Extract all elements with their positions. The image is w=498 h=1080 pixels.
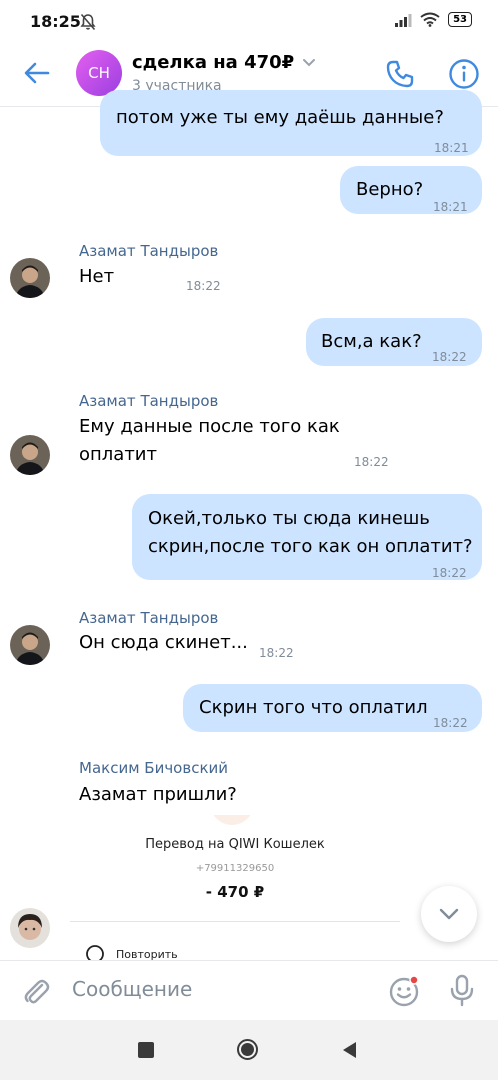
receipt-divider bbox=[70, 921, 400, 922]
message-time: 18:22 bbox=[354, 455, 389, 469]
outgoing-message[interactable]: потом уже ты ему даёшь данные? 18:21 bbox=[100, 90, 482, 156]
avatar[interactable] bbox=[10, 908, 50, 948]
message-text: Азамат пришли? bbox=[79, 784, 237, 805]
receipt-logo bbox=[210, 815, 254, 825]
receipt-action: Повторить bbox=[116, 948, 178, 960]
chat-title: сделка на 470₽ bbox=[132, 52, 295, 73]
outgoing-message[interactable]: Всм,а как? 18:22 bbox=[306, 318, 482, 366]
message-text-line: Окей,только ты сюда кинешь bbox=[148, 508, 430, 529]
home-button[interactable] bbox=[237, 1039, 258, 1060]
message-time: 18:22 bbox=[432, 350, 467, 364]
sender-name[interactable]: Азамат Тандыров bbox=[79, 242, 218, 260]
smile-icon bbox=[389, 975, 419, 1007]
message-text: Он сюда скинет... bbox=[79, 632, 248, 653]
back-button[interactable] bbox=[20, 56, 54, 90]
bell-off-icon bbox=[80, 13, 96, 31]
message-text: Скрин того что оплатил bbox=[199, 697, 428, 718]
receipt-title: Перевод на QIWI Кошелек bbox=[145, 837, 325, 852]
status-time: 18:25 bbox=[30, 12, 81, 31]
status-icons: 53 bbox=[394, 12, 472, 27]
sender-name[interactable]: Максим Бичовский bbox=[79, 759, 228, 777]
message-text: Верно? bbox=[356, 179, 424, 200]
avatar[interactable] bbox=[10, 258, 50, 298]
message-text-line: скрин,после того как он оплатит? bbox=[148, 536, 473, 557]
outgoing-message[interactable]: Окей,только ты сюда кинешь скрин,после т… bbox=[132, 494, 482, 580]
back-nav-button[interactable] bbox=[341, 1041, 359, 1059]
system-nav-bar bbox=[0, 1020, 498, 1080]
sender-name[interactable]: Азамат Тандыров bbox=[79, 392, 218, 410]
attach-button[interactable] bbox=[18, 973, 54, 1009]
message-time: 18:21 bbox=[433, 200, 468, 214]
message-text: Всм,а как? bbox=[321, 331, 422, 352]
call-button[interactable] bbox=[380, 54, 420, 94]
user-photo-icon bbox=[10, 625, 50, 665]
message-input[interactable]: Сообщение bbox=[72, 977, 192, 1001]
chat-avatar[interactable]: СН bbox=[76, 50, 122, 96]
wifi-icon bbox=[420, 12, 440, 27]
message-composer: Сообщение bbox=[0, 960, 498, 1021]
sender-name[interactable]: Азамат Тандыров bbox=[79, 609, 218, 627]
message-text: Нет bbox=[79, 266, 115, 287]
receipt-phone: +79911329650 bbox=[195, 863, 275, 874]
message-text-line: Ему данные после того как bbox=[79, 416, 340, 437]
photo-attachment[interactable]: Перевод на QIWI Кошелек +79911329650 - 4… bbox=[70, 815, 400, 960]
message-time: 18:22 bbox=[433, 716, 468, 730]
chevron-down-icon bbox=[439, 908, 459, 920]
message-text-line: оплатит bbox=[79, 444, 157, 465]
home-dot bbox=[241, 1043, 254, 1056]
outgoing-message[interactable]: Скрин того что оплатил 18:22 bbox=[183, 684, 482, 732]
info-icon bbox=[449, 59, 479, 89]
user-photo-icon bbox=[10, 908, 50, 948]
message-time: 18:21 bbox=[434, 141, 469, 155]
microphone-icon bbox=[450, 974, 474, 1007]
message-time: 18:22 bbox=[432, 566, 467, 580]
status-bar: 18:25 53 bbox=[0, 0, 498, 44]
battery-indicator: 53 bbox=[448, 12, 472, 27]
repeat-icon bbox=[86, 945, 104, 960]
user-photo-icon bbox=[10, 258, 50, 298]
signal-icon bbox=[395, 13, 412, 27]
arrow-left-icon bbox=[24, 62, 50, 84]
recent-apps-button[interactable] bbox=[138, 1042, 154, 1058]
outgoing-message[interactable]: Верно? 18:21 bbox=[340, 166, 482, 214]
phone-icon bbox=[386, 60, 414, 88]
chevron-down-icon bbox=[303, 58, 316, 66]
user-photo-icon bbox=[10, 435, 50, 475]
message-text: потом уже ты ему даёшь данные? bbox=[116, 107, 444, 128]
voice-message-button[interactable] bbox=[444, 973, 480, 1009]
chat-title-button[interactable]: сделка на 470₽ bbox=[132, 52, 316, 73]
avatar[interactable] bbox=[10, 625, 50, 665]
paperclip-icon bbox=[24, 979, 50, 1004]
message-time: 18:22 bbox=[186, 279, 221, 293]
avatar[interactable] bbox=[10, 435, 50, 475]
receipt-amount: - 470 ₽ bbox=[205, 883, 265, 901]
message-time: 18:22 bbox=[259, 646, 294, 660]
sticker-button[interactable] bbox=[386, 973, 422, 1009]
info-button[interactable] bbox=[444, 54, 484, 94]
scroll-down-button[interactable] bbox=[421, 886, 477, 942]
